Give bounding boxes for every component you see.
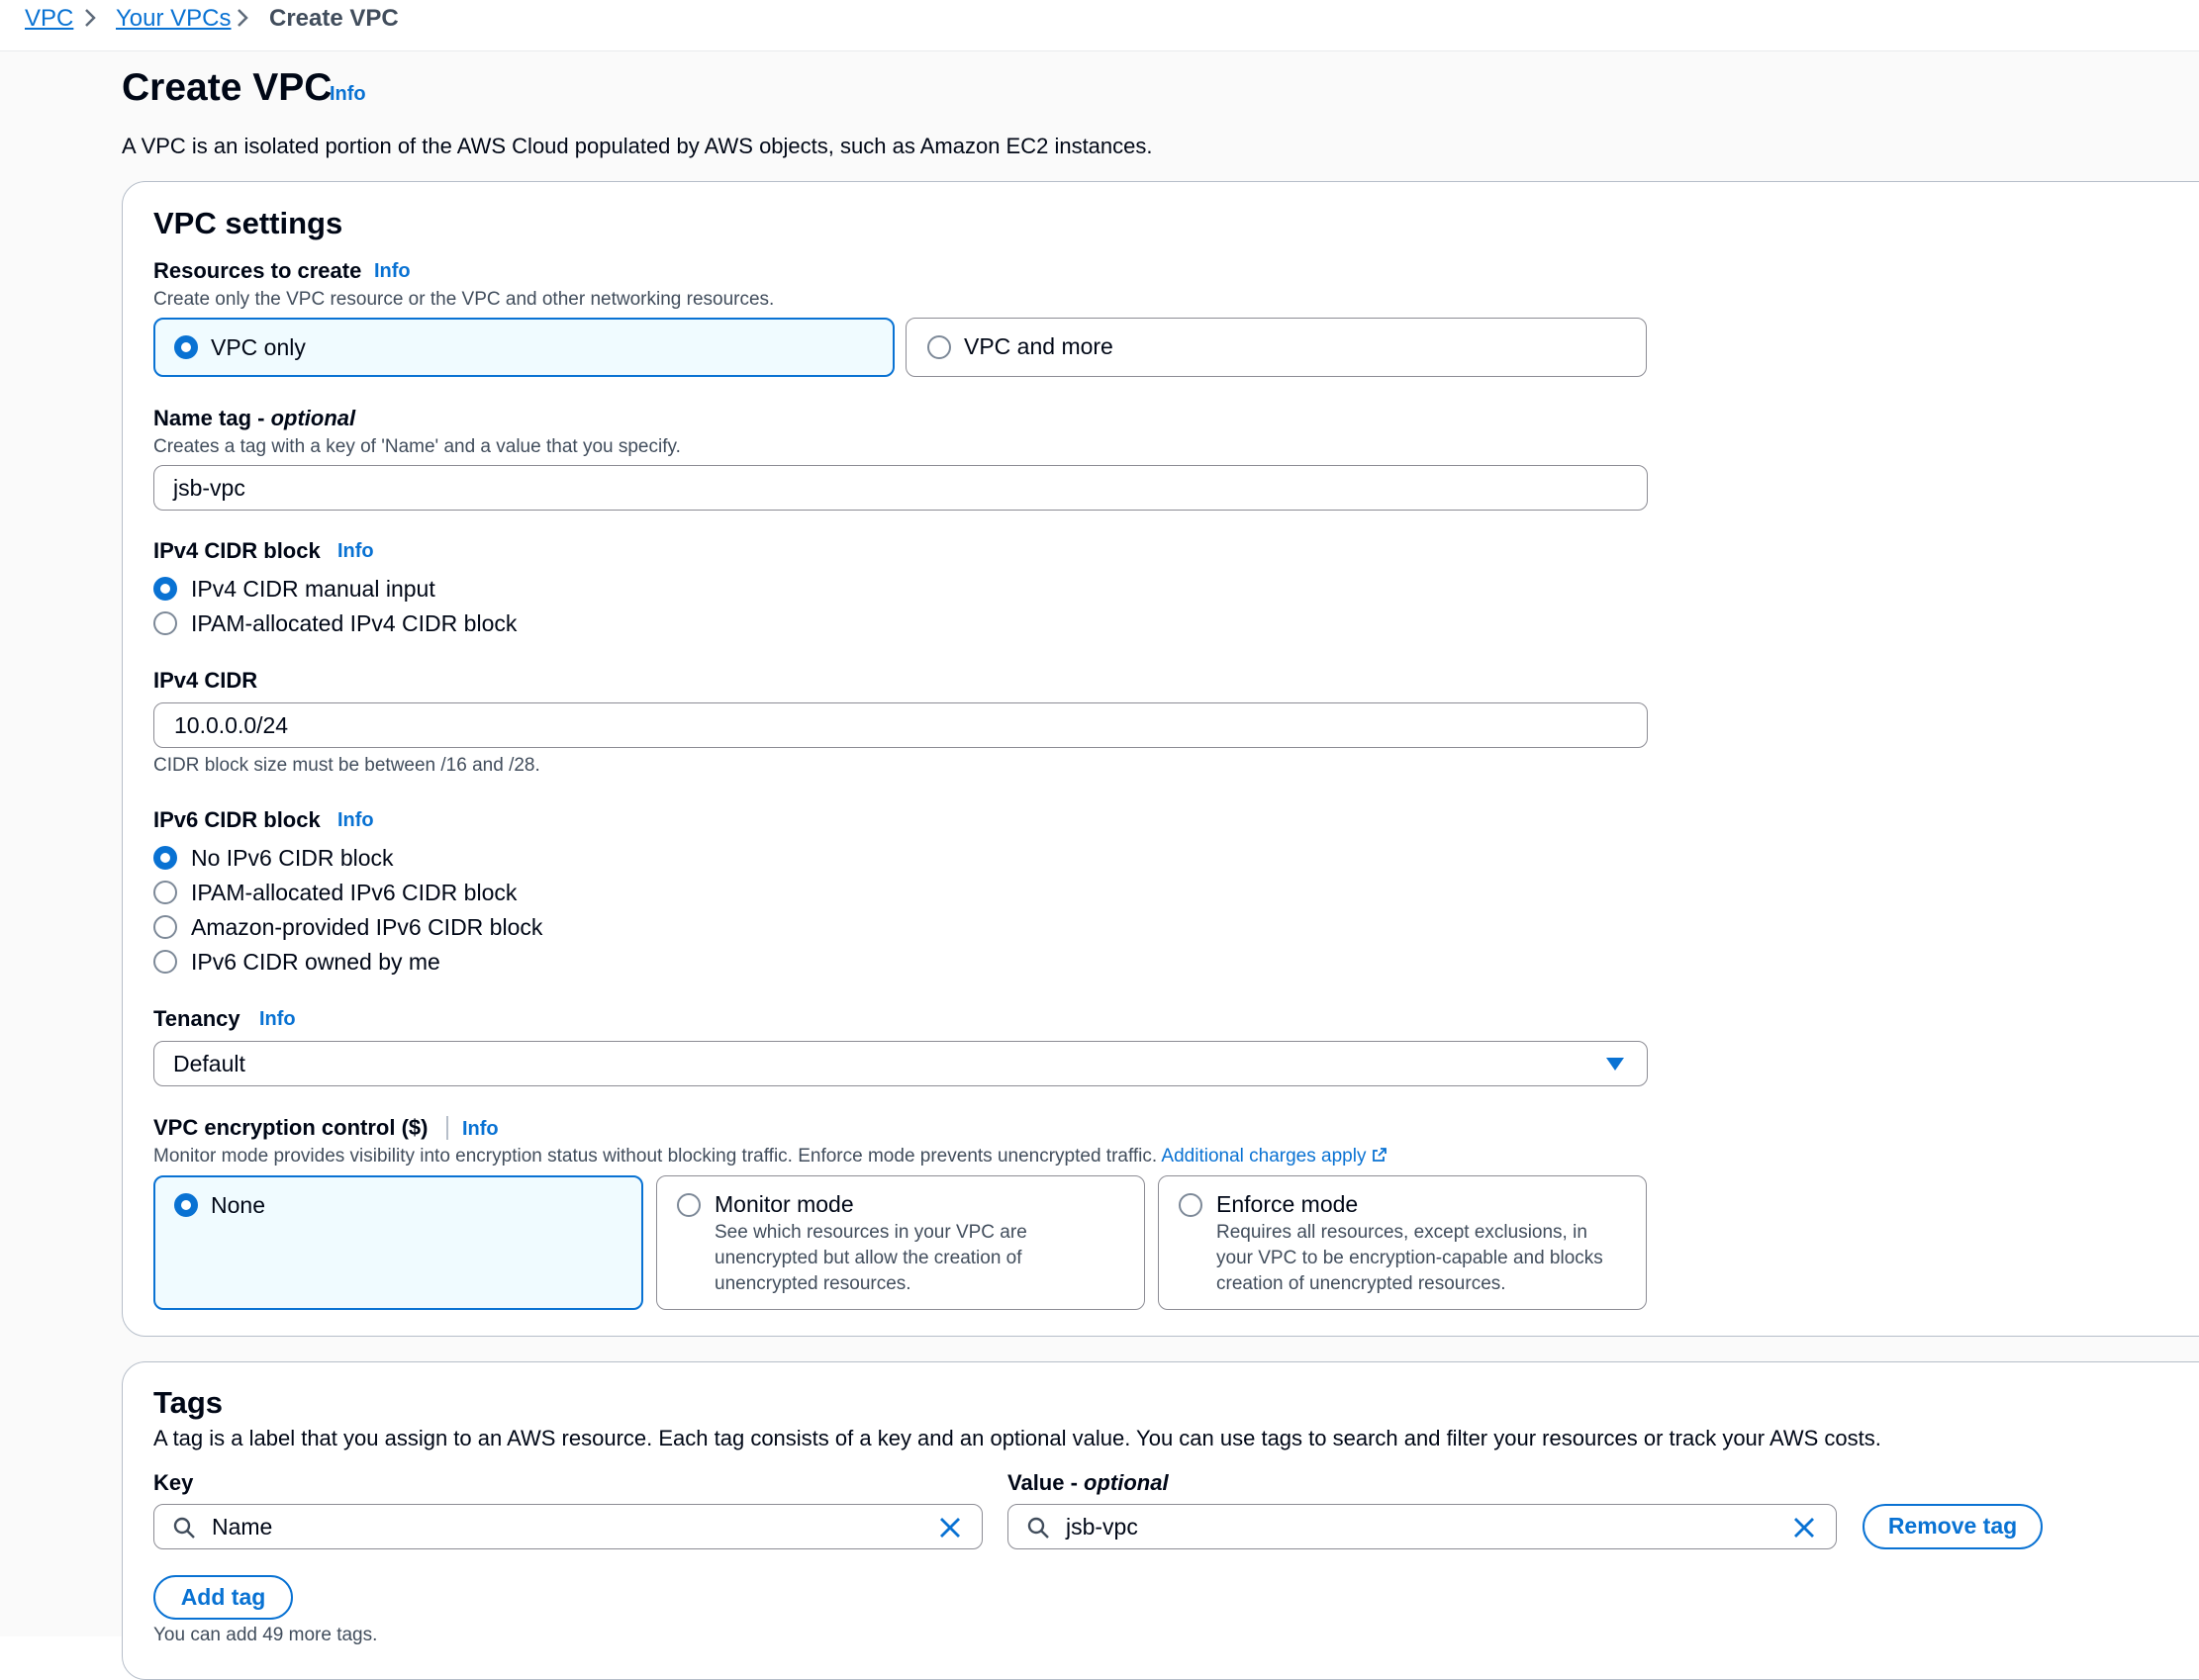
- radio-unselected[interactable]: [927, 335, 951, 359]
- tenancy-value: Default: [173, 1051, 245, 1076]
- tags-heading: Tags: [153, 1385, 224, 1420]
- radio-selected[interactable]: [153, 846, 177, 870]
- radio-unselected[interactable]: [153, 915, 177, 939]
- tenancy-select[interactable]: Default: [153, 1041, 1648, 1086]
- encryption-option-enforce[interactable]: Enforce mode Requires all resources, exc…: [1158, 1175, 1647, 1310]
- tenancy-info-link[interactable]: Info: [259, 1008, 296, 1031]
- resource-option-label: VPC only: [211, 334, 306, 360]
- tags-footer-hint: You can add 49 more tags.: [153, 1625, 378, 1645]
- tag-key-value: Name: [212, 1514, 273, 1540]
- radio-selected[interactable]: [153, 577, 177, 601]
- encryption-option-label: Monitor mode: [715, 1191, 854, 1217]
- tag-key-label: Key: [153, 1470, 194, 1495]
- page-title: Create VPC: [122, 66, 333, 109]
- page-description: A VPC is an isolated portion of the AWS …: [122, 134, 1153, 158]
- radio-selected[interactable]: [174, 335, 198, 359]
- ipv6-option-label: Amazon-provided IPv6 CIDR block: [191, 914, 543, 940]
- name-tag-input[interactable]: jsb-vpc: [153, 465, 1648, 511]
- ipv4-cidr-value: 10.0.0.0/24: [174, 712, 289, 738]
- breadcrumb-vpc-link[interactable]: VPC: [25, 5, 73, 33]
- resource-option-vpc-only[interactable]: VPC only: [153, 318, 895, 377]
- encryption-label: VPC encryption control ($): [153, 1115, 429, 1140]
- additional-charges-link[interactable]: Additional charges apply: [1161, 1146, 1366, 1167]
- vpc-settings-heading: VPC settings: [153, 206, 343, 240]
- breadcrumb-current: Create VPC: [269, 5, 399, 32]
- ipv4-option-manual[interactable]: IPv4 CIDR manual input: [153, 574, 747, 604]
- name-tag-description: Creates a tag with a key of 'Name' and a…: [153, 436, 681, 457]
- ipv4-cidr-input[interactable]: 10.0.0.0/24: [153, 702, 1648, 748]
- tag-key-input[interactable]: Name: [153, 1504, 983, 1549]
- encryption-option-label: Enforce mode: [1216, 1191, 1359, 1217]
- caret-down-icon: [1606, 1058, 1624, 1071]
- name-tag-value: jsb-vpc: [173, 475, 245, 501]
- ipv6-option-label: No IPv6 CIDR block: [191, 845, 394, 871]
- clear-icon[interactable]: [938, 1516, 962, 1540]
- resource-option-vpc-and-more[interactable]: VPC and more: [906, 318, 1647, 377]
- ipv6-block-label: IPv6 CIDR block: [153, 807, 321, 832]
- ipv6-option-none[interactable]: No IPv6 CIDR block: [153, 843, 747, 873]
- page-info-link[interactable]: Info: [330, 83, 366, 106]
- resources-info-link[interactable]: Info: [374, 260, 411, 283]
- breadcrumb: VPC Your VPCs Create VPC: [0, 0, 2199, 51]
- tags-description: A tag is a label that you assign to an A…: [153, 1426, 1881, 1450]
- radio-unselected[interactable]: [153, 611, 177, 635]
- radio-unselected[interactable]: [153, 881, 177, 904]
- ipv4-cidr-hint: CIDR block size must be between /16 and …: [153, 755, 540, 776]
- ipv6-option-label: IPv6 CIDR owned by me: [191, 949, 440, 975]
- divider: [446, 1116, 448, 1140]
- ipv6-option-owned[interactable]: IPv6 CIDR owned by me: [153, 947, 747, 977]
- encryption-option-description: Requires all resources, except exclusion…: [1216, 1222, 1603, 1294]
- tag-value-input[interactable]: jsb-vpc: [1007, 1504, 1837, 1549]
- ipv4-option-label: IPAM-allocated IPv4 CIDR block: [191, 610, 518, 636]
- chevron-right-icon: [238, 9, 248, 27]
- ipv4-block-label: IPv4 CIDR block: [153, 538, 321, 563]
- encryption-info-link[interactable]: Info: [462, 1118, 499, 1141]
- ipv4-option-label: IPv4 CIDR manual input: [191, 576, 435, 602]
- tenancy-label: Tenancy: [153, 1006, 240, 1031]
- ipv4-block-info-link[interactable]: Info: [337, 540, 374, 563]
- tag-value-label: Value - optional: [1007, 1470, 1169, 1495]
- ipv6-option-ipam[interactable]: IPAM-allocated IPv6 CIDR block: [153, 878, 747, 907]
- encryption-option-description: See which resources in your VPC are unen…: [715, 1222, 1027, 1294]
- add-tag-button[interactable]: Add tag: [153, 1575, 293, 1620]
- encryption-option-none[interactable]: None: [153, 1175, 643, 1310]
- resource-option-label: VPC and more: [964, 333, 1113, 359]
- name-tag-label: Name tag - optional: [153, 406, 356, 430]
- breadcrumb-your-vpcs-link[interactable]: Your VPCs: [116, 5, 232, 33]
- chevron-right-icon: [85, 9, 96, 27]
- resources-description: Create only the VPC resource or the VPC …: [153, 289, 775, 310]
- clear-icon[interactable]: [1792, 1516, 1816, 1540]
- search-icon: [173, 1517, 195, 1539]
- external-link-icon: [1372, 1148, 1386, 1162]
- encryption-option-monitor[interactable]: Monitor mode See which resources in your…: [656, 1175, 1145, 1310]
- encryption-description: Monitor mode provides visibility into en…: [153, 1145, 1387, 1168]
- ipv4-cidr-label: IPv4 CIDR: [153, 668, 258, 693]
- tag-value-value: jsb-vpc: [1066, 1514, 1138, 1540]
- search-icon: [1027, 1517, 1049, 1539]
- radio-unselected[interactable]: [1179, 1193, 1202, 1217]
- ipv6-block-info-link[interactable]: Info: [337, 809, 374, 832]
- ipv4-option-ipam[interactable]: IPAM-allocated IPv4 CIDR block: [153, 608, 747, 638]
- radio-selected[interactable]: [174, 1193, 198, 1217]
- remove-tag-button[interactable]: Remove tag: [1863, 1504, 2043, 1549]
- radio-unselected[interactable]: [153, 950, 177, 974]
- ipv6-option-label: IPAM-allocated IPv6 CIDR block: [191, 880, 518, 905]
- ipv6-option-amazon[interactable]: Amazon-provided IPv6 CIDR block: [153, 912, 747, 942]
- resources-label: Resources to create: [153, 258, 362, 283]
- radio-unselected[interactable]: [677, 1193, 701, 1217]
- encryption-option-label: None: [211, 1192, 265, 1218]
